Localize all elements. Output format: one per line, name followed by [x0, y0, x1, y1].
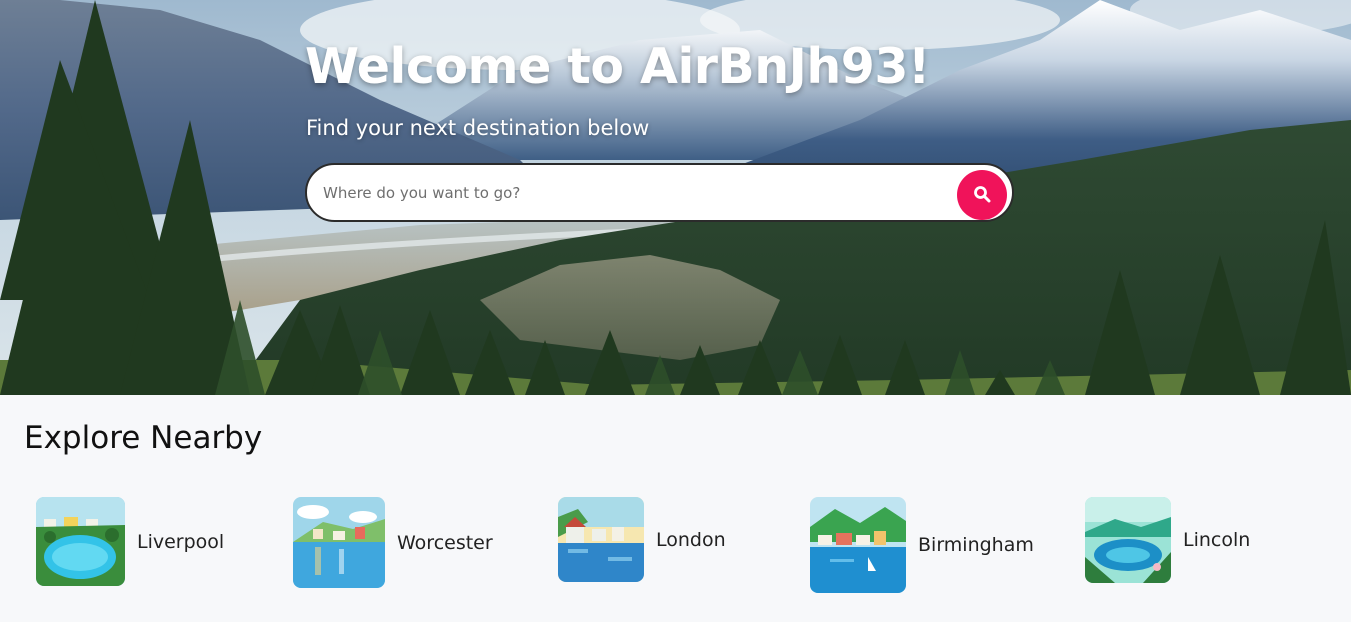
place-name: Worcester [397, 531, 493, 554]
place-name: Birmingham [918, 534, 1034, 556]
lincoln-thumbnail [1085, 497, 1171, 583]
search-button[interactable] [957, 170, 1007, 220]
search-bar [305, 163, 1014, 222]
place-name: Liverpool [137, 530, 225, 553]
liverpool-thumbnail [36, 497, 125, 586]
search-input[interactable] [323, 172, 943, 213]
place-name: Lincoln [1183, 529, 1251, 551]
place-card-birmingham[interactable]: Birmingham [810, 497, 1034, 593]
place-card-london[interactable]: London [558, 497, 726, 582]
search-icon [973, 185, 991, 206]
hero-banner: Welcome to AirBnJh93! Find your next des… [0, 0, 1351, 395]
worcester-thumbnail [293, 497, 385, 588]
hero-title: Welcome to AirBnJh93! [305, 38, 930, 95]
explore-nearby-title: Explore Nearby [24, 420, 263, 456]
place-card-liverpool[interactable]: Liverpool [36, 497, 224, 586]
birmingham-thumbnail [810, 497, 906, 593]
place-card-worcester[interactable]: Worcester [293, 497, 493, 588]
place-card-lincoln[interactable]: Lincoln [1085, 497, 1250, 583]
place-name: London [656, 528, 726, 551]
london-thumbnail [558, 497, 644, 582]
hero-subtitle: Find your next destination below [306, 116, 650, 140]
